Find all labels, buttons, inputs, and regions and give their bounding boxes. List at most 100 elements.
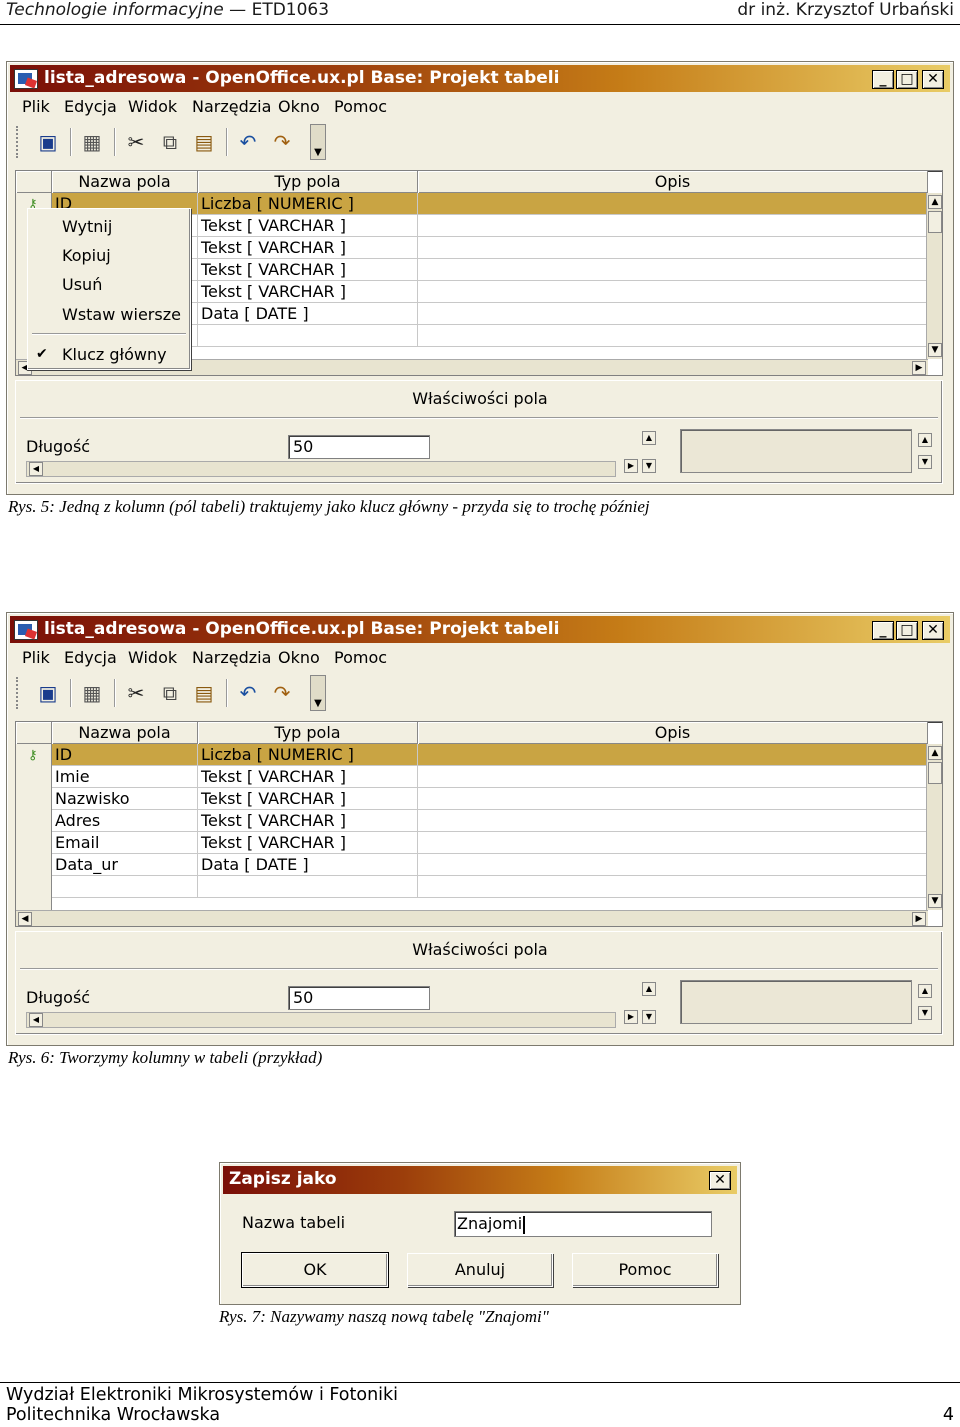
copy-icon[interactable]: ⧉ — [156, 679, 184, 707]
table-row-empty[interactable] — [52, 876, 928, 898]
scroll-left-icon[interactable]: ◀ — [18, 912, 32, 926]
close-button[interactable]: ✕ — [922, 70, 944, 89]
menu-plik[interactable]: Plik — [22, 97, 50, 116]
row-selector-column[interactable]: ⚷ — [16, 744, 52, 910]
header-description[interactable]: Opis — [418, 171, 928, 193]
maximize-button[interactable]: □ — [896, 621, 918, 640]
header-description[interactable]: Opis — [418, 722, 928, 744]
context-menu-delete[interactable]: Usuń — [62, 275, 102, 294]
scroll-left-icon[interactable]: ◀ — [29, 1013, 43, 1027]
field-type-cell[interactable]: Liczba [ NUMERIC ] — [198, 744, 418, 766]
menu-pomoc[interactable]: Pomoc — [334, 97, 387, 116]
menu-plik[interactable]: Plik — [22, 648, 50, 667]
field-name-cell[interactable]: Nazwisko — [52, 788, 198, 810]
field-type-cell[interactable]: Data [ DATE ] — [198, 854, 418, 876]
table-row[interactable]: ID Liczba [ NUMERIC ] — [52, 744, 928, 766]
menu-edycja[interactable]: Edycja — [64, 97, 117, 116]
vertical-scrollbar[interactable]: ▲ ▼ — [926, 193, 942, 359]
scroll-right-icon[interactable]: ▶ — [624, 459, 638, 473]
menu-okno[interactable]: Okno — [278, 648, 320, 667]
redo-icon[interactable]: ↷ — [268, 128, 296, 156]
help-scroll-up-icon[interactable]: ▲ — [918, 433, 932, 447]
undo-icon[interactable]: ↶ — [234, 679, 262, 707]
header-field-name[interactable]: Nazwa pola — [52, 722, 198, 744]
help-scroll-down-icon[interactable]: ▼ — [918, 455, 932, 469]
properties-horizontal-scrollbar[interactable]: ◀ — [26, 461, 616, 477]
field-type-cell[interactable]: Liczba [ NUMERIC ] — [198, 193, 418, 215]
length-input[interactable]: 50 — [288, 986, 430, 1010]
spin-up-icon[interactable]: ▲ — [642, 431, 656, 445]
spin-up-icon[interactable]: ▲ — [642, 982, 656, 996]
save-icon[interactable]: ▣ — [34, 679, 62, 707]
vertical-scrollbar[interactable]: ▲ ▼ — [926, 744, 942, 910]
horizontal-scrollbar[interactable]: ◀ ▶ — [16, 910, 928, 926]
menu-edycja[interactable]: Edycja — [64, 648, 117, 667]
table-row[interactable]: Data_ur Data [ DATE ] — [52, 854, 928, 876]
menu-pomoc[interactable]: Pomoc — [334, 648, 387, 667]
design-edit-icon[interactable]: ▦ — [78, 679, 106, 707]
field-type-cell[interactable]: Tekst [ VARCHAR ] — [198, 788, 418, 810]
cancel-button[interactable]: Anuluj — [407, 1253, 553, 1287]
context-menu-primary-key[interactable]: Klucz główny — [62, 345, 167, 364]
close-button[interactable]: ✕ — [922, 621, 944, 640]
scroll-up-icon[interactable]: ▲ — [928, 195, 942, 209]
scroll-right-icon[interactable]: ▶ — [912, 912, 926, 926]
cut-icon[interactable]: ✂ — [122, 128, 150, 156]
header-field-type[interactable]: Typ pola — [198, 722, 418, 744]
field-name-cell[interactable]: ID — [52, 744, 198, 766]
header-field-type[interactable]: Typ pola — [198, 171, 418, 193]
close-button[interactable]: ✕ — [709, 1171, 731, 1190]
field-name-cell[interactable]: Data_ur — [52, 854, 198, 876]
field-type-cell[interactable]: Tekst [ VARCHAR ] — [198, 259, 418, 281]
context-menu-cut[interactable]: Wytnij — [62, 217, 112, 236]
context-menu-copy[interactable]: Kopiuj — [62, 246, 111, 265]
toolbar-dropdown-icon[interactable]: ▼ — [310, 124, 326, 160]
menu-widok[interactable]: Widok — [128, 648, 177, 667]
paste-icon[interactable]: ▤ — [190, 128, 218, 156]
table-row[interactable]: Nazwisko Tekst [ VARCHAR ] — [52, 788, 928, 810]
field-name-cell[interactable]: Email — [52, 832, 198, 854]
field-type-cell[interactable]: Tekst [ VARCHAR ] — [198, 832, 418, 854]
field-type-cell[interactable]: Tekst [ VARCHAR ] — [198, 237, 418, 259]
table-name-input[interactable]: Znajomi — [454, 1211, 712, 1237]
field-type-cell[interactable]: Tekst [ VARCHAR ] — [198, 810, 418, 832]
ok-button[interactable]: OK — [241, 1252, 389, 1288]
menu-narzedzia[interactable]: Narzędzia — [192, 97, 271, 116]
scroll-down-icon[interactable]: ▼ — [642, 1010, 656, 1024]
design-edit-icon[interactable]: ▦ — [78, 128, 106, 156]
properties-horizontal-scrollbar[interactable]: ◀ — [26, 1012, 616, 1028]
scroll-right-icon[interactable]: ▶ — [912, 361, 926, 375]
toolbar-grip[interactable] — [16, 677, 20, 709]
menu-widok[interactable]: Widok — [128, 97, 177, 116]
minimize-button[interactable]: _ — [872, 621, 894, 640]
save-icon[interactable]: ▣ — [34, 128, 62, 156]
field-type-cell[interactable]: Tekst [ VARCHAR ] — [198, 215, 418, 237]
help-scroll-down-icon[interactable]: ▼ — [918, 1006, 932, 1020]
toolbar-dropdown-icon[interactable]: ▼ — [310, 675, 326, 711]
menu-okno[interactable]: Okno — [278, 97, 320, 116]
field-type-cell[interactable]: Tekst [ VARCHAR ] — [198, 281, 418, 303]
paste-icon[interactable]: ▤ — [190, 679, 218, 707]
field-type-cell[interactable]: Tekst [ VARCHAR ] — [198, 766, 418, 788]
field-name-cell[interactable]: Adres — [52, 810, 198, 832]
scroll-thumb[interactable] — [928, 211, 942, 233]
context-menu-insert-rows[interactable]: Wstaw wiersze — [62, 305, 181, 324]
scroll-down-icon[interactable]: ▼ — [928, 343, 942, 357]
scroll-right-icon[interactable]: ▶ — [624, 1010, 638, 1024]
scroll-up-icon[interactable]: ▲ — [928, 746, 942, 760]
undo-icon[interactable]: ↶ — [234, 128, 262, 156]
minimize-button[interactable]: _ — [872, 70, 894, 89]
redo-icon[interactable]: ↷ — [268, 679, 296, 707]
menu-narzedzia[interactable]: Narzędzia — [192, 648, 271, 667]
field-type-cell[interactable]: Data [ DATE ] — [198, 303, 418, 325]
table-row[interactable]: Email Tekst [ VARCHAR ] — [52, 832, 928, 854]
field-name-cell[interactable]: Imie — [52, 766, 198, 788]
scroll-down-icon[interactable]: ▼ — [642, 459, 656, 473]
table-row[interactable]: Imie Tekst [ VARCHAR ] — [52, 766, 928, 788]
field-type-cell[interactable] — [198, 876, 418, 898]
copy-icon[interactable]: ⧉ — [156, 128, 184, 156]
toolbar-grip[interactable] — [16, 126, 20, 158]
header-field-name[interactable]: Nazwa pola — [52, 171, 198, 193]
cut-icon[interactable]: ✂ — [122, 679, 150, 707]
field-type-cell[interactable] — [198, 325, 418, 347]
